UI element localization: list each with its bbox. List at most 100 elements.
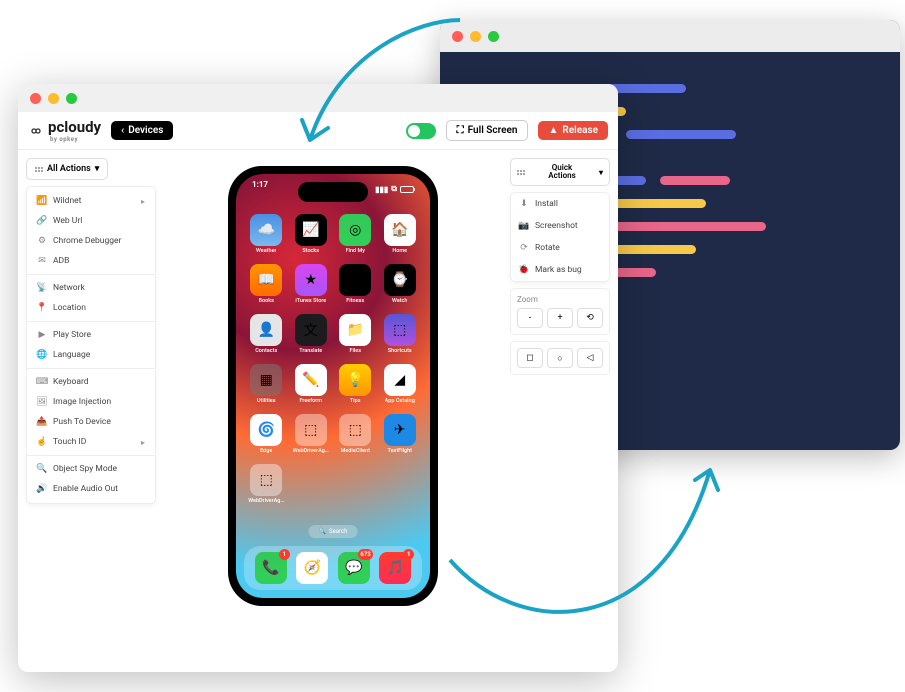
badge: 1	[403, 549, 414, 560]
action-keyboard[interactable]: ⌨Keyboard	[27, 372, 155, 392]
nav-shapes-group: ◻ ○ ◁	[510, 341, 610, 375]
app-tips[interactable]: 💡Tips	[337, 364, 374, 404]
app-utilities[interactable]: ▦ Utilities	[248, 364, 285, 404]
app-files[interactable]: 📁Files	[337, 314, 374, 354]
left-column: All Actions ▾ 📶Wildnet▸🔗Web Url⚙Chrome D…	[26, 158, 156, 664]
app-books[interactable]: 📖Books	[248, 264, 285, 304]
zoom-reset-button[interactable]: ⟲	[577, 308, 603, 328]
app-icon: ⬚	[339, 414, 371, 446]
nav-back-button[interactable]: ◁	[577, 348, 603, 368]
app-label: App Catalog	[385, 398, 415, 404]
app-contacts[interactable]: 👤Contacts	[248, 314, 285, 354]
app-app-catalog[interactable]: ◢App Catalog	[382, 364, 419, 404]
app-icon: ▦	[250, 364, 282, 396]
quick-icon: 📷	[519, 221, 529, 231]
quick-actions-button[interactable]: Quick Actions ▾	[510, 158, 610, 186]
action-object-spy-mode[interactable]: 🔍 Object Spy Mode	[27, 459, 155, 479]
action-push-to-device[interactable]: 📤Push To Device	[27, 412, 155, 432]
close-icon[interactable]	[30, 93, 41, 104]
action-icon: ▶	[37, 330, 47, 340]
dock-app[interactable]: 🧭	[296, 552, 328, 584]
quick-icon: ⟳	[519, 243, 529, 253]
app-label: Utilities	[257, 398, 276, 404]
search-label: Search	[329, 528, 347, 535]
quick-install[interactable]: ⬇Install	[511, 193, 609, 215]
nav-square-button[interactable]: ◻	[517, 348, 543, 368]
fullscreen-button[interactable]: ⛶ Full Screen	[446, 120, 529, 141]
app-translate[interactable]: 文Translate	[293, 314, 330, 354]
minimize-icon[interactable]	[48, 93, 59, 104]
maximize-icon[interactable]	[488, 31, 499, 42]
app-find-my[interactable]: ◎Find My	[337, 214, 374, 254]
action-adb[interactable]: ✉ADB	[27, 251, 155, 271]
action-web-url[interactable]: 🔗Web Url	[27, 211, 155, 231]
action-icon: ⚙	[37, 236, 47, 246]
quick-icon: 🐞	[519, 265, 529, 275]
quick-screenshot[interactable]: 📷Screenshot	[511, 215, 609, 237]
action-network[interactable]: 📡Network	[27, 278, 155, 298]
action-touch-id[interactable]: ☝Touch ID▸	[27, 432, 155, 452]
devices-button[interactable]: ‹ Devices	[111, 121, 173, 140]
action-enable-audio-out[interactable]: 🔊Enable Audio Out	[27, 479, 155, 499]
app-home[interactable]: 🏠Home	[382, 214, 419, 254]
phone-screen[interactable]: 1:17 ▮▮▮ ⧉ ☁️Weather📈Stocks◎Find My🏠Home…	[236, 174, 430, 598]
fullscreen-label: Full Screen	[468, 125, 518, 136]
nav-circle-button[interactable]: ○	[547, 348, 573, 368]
action-label: Object Spy Mode	[53, 464, 117, 474]
action-play-store[interactable]: ▶ Play Store	[27, 325, 155, 345]
app-webdriveragen-[interactable]: ⬚ WebDriverAgen...	[293, 414, 330, 454]
action-location[interactable]: 📍Location	[27, 298, 155, 318]
quick-rotate[interactable]: ⟳Rotate	[511, 237, 609, 259]
chevron-right-icon: ▸	[141, 438, 145, 447]
app-watch[interactable]: ⌚Watch	[382, 264, 419, 304]
app-testflight[interactable]: ✈TestFlight	[382, 414, 419, 454]
quick-icon: ⬇	[519, 199, 529, 209]
app-itunes-store[interactable]: ★iTunes Store	[293, 264, 330, 304]
app-edge[interactable]: 🌀Edge	[248, 414, 285, 454]
app-shortcuts[interactable]: ⬚Shortcuts	[382, 314, 419, 354]
zoom-in-button[interactable]: +	[547, 308, 573, 328]
app-freeform[interactable]: ✏️Freeform	[293, 364, 330, 404]
action-wildnet[interactable]: 📶Wildnet▸	[27, 191, 155, 211]
app-weather[interactable]: ☁️Weather	[248, 214, 285, 254]
action-label: Keyboard	[53, 377, 89, 387]
app-label: Edge	[260, 448, 272, 454]
action-icon: 📍	[37, 303, 47, 313]
dock-app[interactable]: 💬673	[338, 552, 370, 584]
zoom-out-button[interactable]: -	[517, 308, 543, 328]
infinity-icon	[28, 126, 44, 136]
action-icon: 📤	[37, 417, 47, 427]
maximize-icon[interactable]	[66, 93, 77, 104]
app-label: MediaClient	[341, 448, 370, 454]
app-label: Fitness	[346, 298, 364, 304]
action-label: Play Store	[53, 330, 91, 340]
action-icon: 🔍	[37, 464, 47, 474]
app-fitness[interactable]: ◉Fitness	[337, 264, 374, 304]
app-icon: 文	[295, 314, 327, 346]
action-image-injection[interactable]: 🖼Image Injection	[27, 392, 155, 412]
minimize-icon[interactable]	[470, 31, 481, 42]
badge: 1	[279, 549, 290, 560]
release-button[interactable]: ▲ Release	[538, 121, 608, 140]
app-label: Books	[259, 298, 274, 304]
zoom-group: Zoom - + ⟲	[510, 288, 610, 335]
quick-label-2: Actions	[548, 172, 575, 180]
app-mediaclient[interactable]: ⬚ MediaClient	[337, 414, 374, 454]
app-webdriveragen-[interactable]: ⬚WebDriverAgen...	[248, 464, 285, 504]
app-stocks[interactable]: 📈Stocks	[293, 214, 330, 254]
dock-app[interactable]: 🎵1	[379, 552, 411, 584]
action-language[interactable]: 🌐Language	[27, 345, 155, 365]
quick-mark-as-bug[interactable]: 🐞Mark as bug	[511, 259, 609, 281]
search-pill[interactable]: 🔍 Search	[309, 525, 358, 538]
app-label: Stocks	[302, 248, 319, 254]
quick-actions-panel: ⬇Install📷Screenshot⟳Rotate🐞Mark as bug	[510, 192, 610, 282]
all-actions-button[interactable]: All Actions ▾	[26, 158, 108, 180]
dock-app[interactable]: 📞1	[255, 552, 287, 584]
action-chrome-debugger[interactable]: ⚙Chrome Debugger	[27, 231, 155, 251]
app-icon: ⬚	[295, 414, 327, 446]
close-icon[interactable]	[452, 31, 463, 42]
status-toggle[interactable]	[406, 123, 436, 139]
app-icon: ⬚	[250, 464, 282, 496]
brand-name: pcloudy	[48, 118, 101, 136]
app-label: WebDriverAgen...	[293, 448, 329, 454]
